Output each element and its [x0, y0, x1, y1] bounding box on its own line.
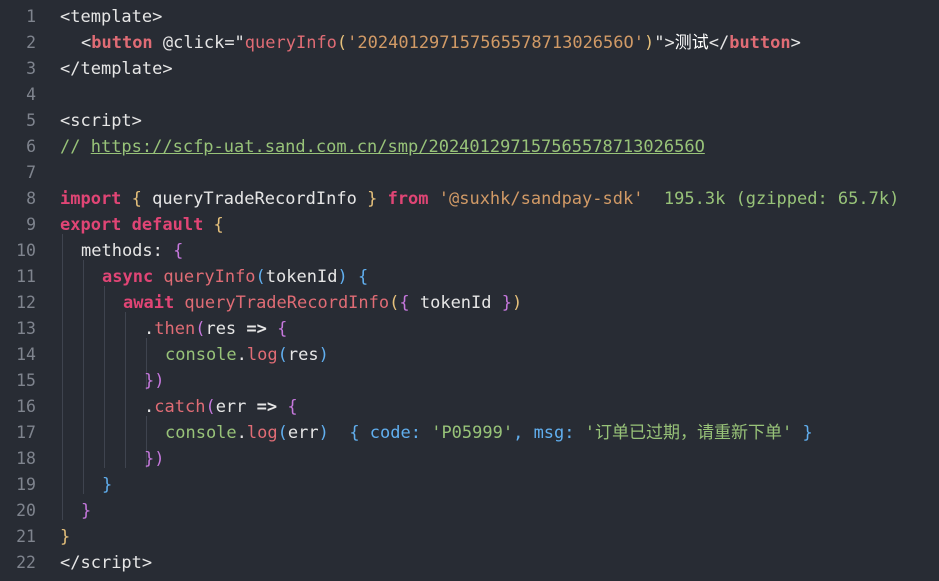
line-number: 17: [16, 423, 36, 442]
line-number: 16: [16, 397, 36, 416]
line-content: .then(res => {: [144, 319, 288, 339]
code-line[interactable]: 6 // https://scfp-uat.sand.com.cn/smp/20…: [0, 134, 939, 160]
line-number: 22: [16, 553, 36, 572]
code-line[interactable]: 17 console.log(err) { code: 'P05999', ms…: [0, 420, 939, 446]
line-number: 10: [16, 241, 36, 260]
line-number: 8: [26, 189, 36, 208]
line-content: console.log(err) { code: 'P05999', msg: …: [165, 423, 813, 443]
code-line[interactable]: 22 </script>: [0, 550, 939, 576]
line-number: 20: [16, 501, 36, 520]
line-content: async queryInfo(tokenId) {: [102, 267, 369, 287]
line-number: 12: [16, 293, 36, 312]
code-line[interactable]: 11 async queryInfo(tokenId) {: [0, 264, 939, 290]
code-line[interactable]: 19 }: [0, 472, 939, 498]
line-number: 19: [16, 475, 36, 494]
code-line[interactable]: 5 <script>: [0, 108, 939, 134]
code-line[interactable]: 15 }): [0, 368, 939, 394]
comment-url-link[interactable]: https://scfp-uat.sand.com.cn/smp/2024012…: [91, 137, 705, 157]
line-number: 3: [26, 59, 36, 78]
line-content: }: [81, 501, 92, 521]
code-line[interactable]: 8 import { queryTradeRecordInfo } from '…: [0, 186, 939, 212]
line-number: 7: [26, 163, 36, 182]
line-content: <button @click="queryInfo('2024012971575…: [81, 33, 801, 53]
line-number: 21: [16, 527, 36, 546]
code-line[interactable]: 13 .then(res => {: [0, 316, 939, 342]
line-number: 11: [16, 267, 36, 286]
line-number: 13: [16, 319, 36, 338]
code-line[interactable]: 9 export default {: [0, 212, 939, 238]
code-editor[interactable]: 1 <template> 2 <button @click="queryInfo…: [0, 0, 939, 581]
line-content: </template>: [60, 59, 173, 79]
code-line[interactable]: 14 console.log(res): [0, 342, 939, 368]
line-content: <template>: [60, 7, 163, 27]
code-line[interactable]: 12 await queryTradeRecordInfo({ tokenId …: [0, 290, 939, 316]
line-content: }: [102, 475, 113, 495]
code-line[interactable]: 18 }): [0, 446, 939, 472]
line-content: }: [60, 527, 71, 547]
line-content: methods: {: [81, 241, 184, 261]
line-number: 1: [26, 7, 36, 26]
code-line[interactable]: 1 <template>: [0, 4, 939, 30]
line-number: 2: [26, 33, 36, 52]
code-line[interactable]: 2 <button @click="queryInfo('20240129715…: [0, 30, 939, 56]
line-number: 5: [26, 111, 36, 130]
line-content: import { queryTradeRecordInfo } from '@s…: [60, 189, 900, 209]
code-line[interactable]: 10 methods: {: [0, 238, 939, 264]
line-number: 15: [16, 371, 36, 390]
code-line[interactable]: 16 .catch(err => {: [0, 394, 939, 420]
line-content: }): [144, 449, 165, 469]
line-content: .catch(err => {: [144, 397, 298, 417]
line-content: export default {: [60, 215, 224, 235]
code-line[interactable]: 21 }: [0, 524, 939, 550]
line-content: console.log(res): [165, 345, 329, 365]
line-content: // https://scfp-uat.sand.com.cn/smp/2024…: [60, 137, 705, 157]
line-number: 14: [16, 345, 36, 364]
line-number: 18: [16, 449, 36, 468]
code-line[interactable]: 20 }: [0, 498, 939, 524]
line-content: await queryTradeRecordInfo({ tokenId }): [123, 293, 523, 313]
code-line[interactable]: 7: [0, 160, 939, 186]
line-number: 4: [26, 85, 36, 104]
line-content: }): [144, 371, 165, 391]
inline-value-annotation: { code:: [328, 423, 432, 443]
code-line[interactable]: 4: [0, 82, 939, 108]
line-number: 9: [26, 215, 36, 234]
line-number: 6: [26, 137, 36, 156]
line-content: <script>: [60, 111, 142, 131]
line-content: </script>: [60, 553, 153, 573]
code-line[interactable]: 3 </template>: [0, 56, 939, 82]
import-size-hint: 195.3k (gzipped: 65.7k): [643, 189, 900, 209]
